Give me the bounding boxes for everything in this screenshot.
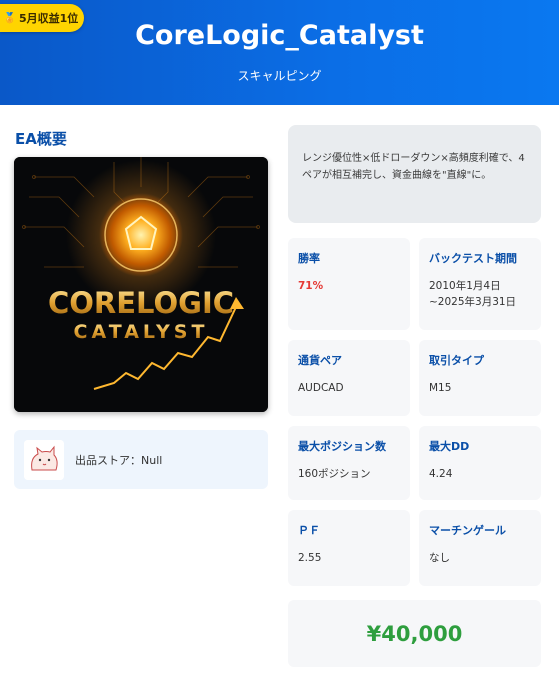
ea-product-image: CORELOGIC CATALYST	[14, 157, 268, 412]
header-banner: 🏅 5月収益1位 CoreLogic_Catalyst スキャルピング	[0, 0, 559, 105]
cat-avatar-icon	[24, 439, 64, 480]
stat-value: M15	[429, 382, 452, 394]
stat-card-currency-pair: 通貨ペア AUDCAD	[288, 340, 410, 416]
stat-card-max-dd: 最大DD 4.24	[419, 426, 541, 500]
stat-label: 取引タイプ	[429, 354, 484, 367]
stat-value: AUDCAD	[298, 382, 344, 394]
stat-card-backtest-period: バックテスト期間 2010年1月4日~2025年3月31日	[419, 238, 541, 330]
ea-title: CoreLogic_Catalyst	[135, 20, 424, 51]
image-logo-line1: CORELOGIC	[48, 286, 234, 320]
store-label: 出品ストア：Null	[75, 453, 163, 467]
ea-subtitle: スキャルピング	[237, 69, 322, 83]
stat-label: 最大DD	[429, 440, 470, 453]
ea-description: レンジ優位性×低ドローダウン×高頻度利確で、4ペアが相互補完し、資金曲線を"直線…	[288, 125, 541, 223]
stat-label: 通貨ペア	[298, 354, 342, 367]
stat-label: 勝率	[298, 252, 320, 265]
stat-card-pf: ＰＦ 2.55	[288, 510, 410, 586]
stat-value: 4.24	[429, 468, 453, 480]
stat-value: 160ポジション	[298, 468, 371, 480]
stat-label: マーチンゲール	[429, 524, 506, 537]
stat-value: 2010年1月4日~2025年3月31日	[429, 280, 517, 308]
image-logo-line2: CATALYST	[74, 321, 209, 343]
stat-value: 71%	[298, 280, 324, 292]
stat-card-win-rate: 勝率 71%	[288, 238, 410, 330]
stat-label: ＰＦ	[298, 524, 320, 537]
stat-card-trade-type: 取引タイプ M15	[419, 340, 541, 416]
price-display: ¥40,000	[288, 600, 541, 667]
overview-heading: EA概要	[15, 130, 67, 148]
stat-card-max-positions: 最大ポジション数 160ポジション	[288, 426, 410, 500]
stat-value: なし	[429, 552, 450, 564]
stat-label: 最大ポジション数	[298, 440, 386, 453]
store-info[interactable]: 出品ストア：Null	[14, 430, 268, 489]
stat-value: 2.55	[298, 552, 322, 564]
stat-card-martingale: マーチンゲール なし	[419, 510, 541, 586]
stat-label: バックテスト期間	[429, 252, 517, 265]
